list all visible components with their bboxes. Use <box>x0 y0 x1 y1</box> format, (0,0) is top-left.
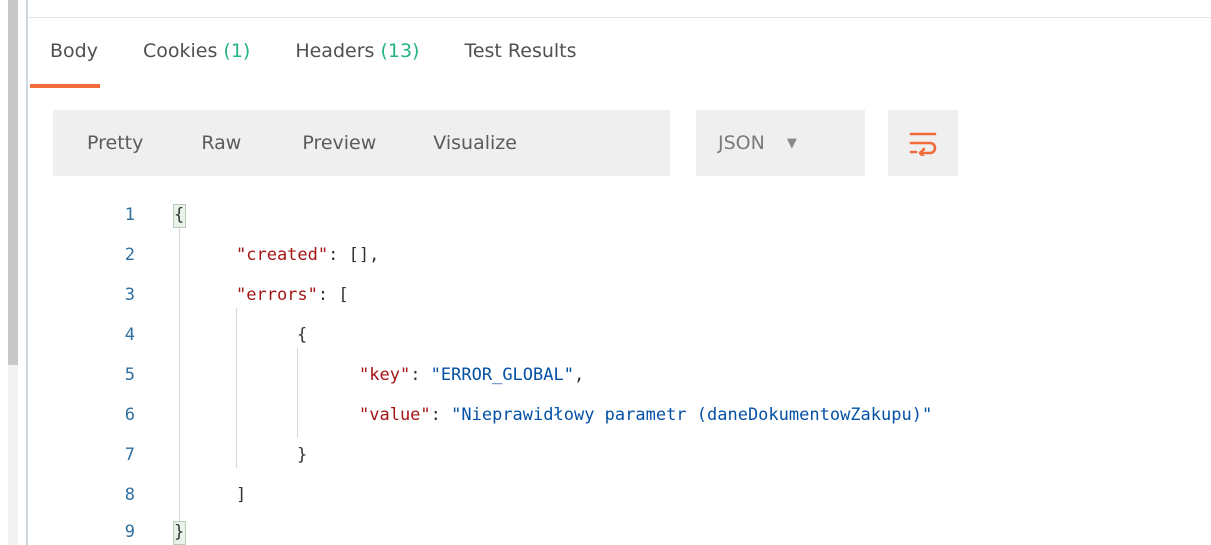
json-punctuation: : [], <box>328 245 380 265</box>
json-key: "key" <box>359 365 411 385</box>
indent-guide <box>179 228 180 528</box>
indent-guide <box>236 308 237 468</box>
line-number: 5 <box>124 365 135 385</box>
line-number: 3 <box>124 285 135 305</box>
json-punctuation: : <box>410 365 431 385</box>
json-key: "value" <box>359 405 431 425</box>
json-punctuation: , <box>573 365 585 385</box>
line-number: 7 <box>124 445 135 465</box>
code-line-3: "errors": [ <box>236 285 349 305</box>
code-line-2: "created": [], <box>236 245 379 265</box>
code-line-6: "value": "Nieprawidłowy parametr (daneDo… <box>359 405 932 425</box>
line-number: 9 <box>124 522 135 542</box>
line-number: 6 <box>124 405 135 425</box>
json-string-value: "Nieprawidłowy parametr (daneDokumentowZ… <box>451 405 933 425</box>
code-line-8: ] <box>236 485 247 505</box>
line-number: 4 <box>124 325 135 345</box>
line-number: 8 <box>124 485 135 505</box>
json-string-value: "ERROR_GLOBAL" <box>430 365 574 385</box>
line-number: 2 <box>124 245 135 265</box>
code-line-5: "key": "ERROR_GLOBAL", <box>359 365 584 385</box>
line-number: 1 <box>124 205 135 225</box>
code-line-1: { <box>174 205 185 225</box>
json-key: "created" <box>236 245 329 265</box>
json-key: "errors" <box>236 285 318 305</box>
indent-guide <box>297 348 298 438</box>
json-punctuation: : [ <box>317 285 349 305</box>
json-punctuation: : <box>430 405 452 425</box>
code-line-4: { <box>297 325 308 345</box>
code-line-9: } <box>174 522 185 542</box>
json-code-viewer[interactable]: 1 2 3 4 5 6 7 8 9 { "created": [], "erro… <box>0 0 1211 545</box>
code-line-7: } <box>297 445 308 465</box>
